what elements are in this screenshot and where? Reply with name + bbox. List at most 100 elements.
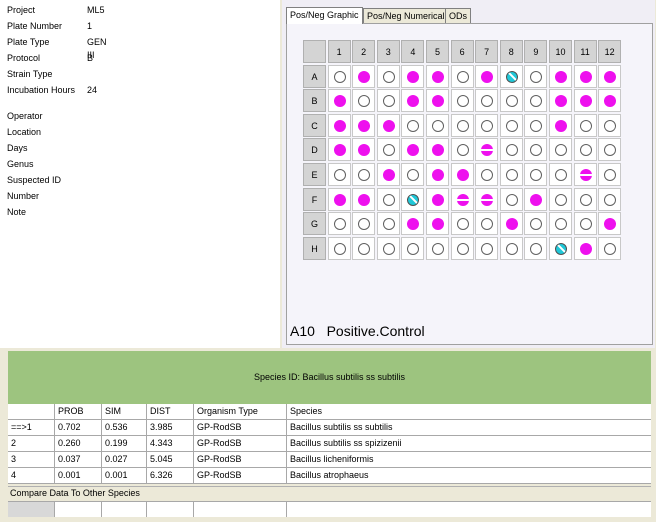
well-cell[interactable] bbox=[598, 113, 622, 137]
well-cell[interactable] bbox=[450, 212, 474, 236]
well-cell[interactable] bbox=[573, 138, 597, 162]
well-cell[interactable] bbox=[499, 212, 523, 236]
well-cell[interactable] bbox=[426, 113, 449, 137]
well-cell[interactable] bbox=[352, 236, 376, 260]
well-cell[interactable] bbox=[327, 64, 351, 88]
well-cell[interactable] bbox=[549, 163, 572, 186]
well-cell[interactable] bbox=[426, 138, 449, 162]
well-cell[interactable] bbox=[401, 138, 425, 162]
well-cell[interactable] bbox=[598, 187, 622, 211]
well-cell[interactable] bbox=[450, 138, 474, 162]
well-cell[interactable] bbox=[598, 138, 622, 162]
well-cell[interactable] bbox=[376, 187, 400, 211]
well-cell[interactable] bbox=[573, 187, 597, 211]
well-cell[interactable] bbox=[352, 138, 376, 162]
well-cell[interactable] bbox=[598, 236, 622, 260]
tab-ods[interactable]: ODs bbox=[445, 8, 471, 23]
well-cell[interactable] bbox=[376, 236, 400, 260]
well-cell[interactable] bbox=[352, 187, 376, 211]
well-cell[interactable] bbox=[549, 138, 572, 162]
well-cell[interactable] bbox=[450, 64, 474, 88]
well-cell[interactable] bbox=[401, 64, 425, 88]
well-cell[interactable] bbox=[573, 64, 597, 88]
compare-table-row[interactable] bbox=[8, 501, 651, 517]
well-cell[interactable] bbox=[401, 212, 425, 236]
table-row[interactable]: 2 0.260 0.199 4.343 GP-RodSB Bacillus subtili… bbox=[8, 436, 651, 452]
well-cell[interactable] bbox=[598, 89, 622, 113]
well-cell[interactable] bbox=[450, 163, 474, 186]
well-cell[interactable] bbox=[401, 187, 425, 211]
well-cell[interactable] bbox=[549, 113, 572, 137]
well-cell[interactable] bbox=[376, 64, 400, 88]
well-cell[interactable] bbox=[598, 64, 622, 88]
well-cell[interactable] bbox=[426, 236, 449, 260]
well-cell[interactable] bbox=[327, 113, 351, 137]
well-cell[interactable] bbox=[573, 212, 597, 236]
well-cell[interactable] bbox=[352, 212, 376, 236]
well-cell[interactable] bbox=[327, 236, 351, 260]
well-cell[interactable] bbox=[327, 163, 351, 186]
well-cell[interactable] bbox=[475, 113, 499, 137]
well-cell[interactable] bbox=[352, 163, 376, 186]
well-cell[interactable] bbox=[352, 89, 376, 113]
well-cell[interactable] bbox=[598, 212, 622, 236]
well-cell[interactable] bbox=[499, 113, 523, 137]
well-cell[interactable] bbox=[327, 138, 351, 162]
well-cell[interactable] bbox=[401, 89, 425, 113]
well-cell[interactable] bbox=[524, 163, 548, 186]
well-cell[interactable] bbox=[598, 163, 622, 186]
well-cell[interactable] bbox=[475, 187, 499, 211]
well-cell[interactable] bbox=[549, 64, 572, 88]
well-cell[interactable] bbox=[450, 113, 474, 137]
well-cell[interactable] bbox=[376, 163, 400, 186]
well-cell[interactable] bbox=[573, 236, 597, 260]
well-cell[interactable] bbox=[524, 113, 548, 137]
well-cell[interactable] bbox=[499, 138, 523, 162]
table-row[interactable]: 3 0.037 0.027 5.045 GP-RodSB Bacillus licheni… bbox=[8, 452, 651, 468]
well-cell[interactable] bbox=[475, 64, 499, 88]
well-cell[interactable] bbox=[426, 212, 449, 236]
well-cell[interactable] bbox=[426, 89, 449, 113]
well-cell[interactable] bbox=[475, 236, 499, 260]
well-cell[interactable] bbox=[475, 212, 499, 236]
tab-pos-neg-numerical[interactable]: Pos/Neg Numerical bbox=[363, 8, 449, 23]
well-cell[interactable] bbox=[524, 64, 548, 88]
well-cell[interactable] bbox=[549, 212, 572, 236]
well-cell[interactable] bbox=[475, 138, 499, 162]
well-cell[interactable] bbox=[376, 138, 400, 162]
well-cell[interactable] bbox=[499, 187, 523, 211]
well-cell[interactable] bbox=[426, 187, 449, 211]
well-cell[interactable] bbox=[499, 64, 523, 88]
well-cell[interactable] bbox=[450, 236, 474, 260]
table-row[interactable]: 4 0.001 0.001 6.326 GP-RodSB Bacillus atropha… bbox=[8, 468, 651, 484]
well-cell[interactable] bbox=[426, 163, 449, 186]
well-cell[interactable] bbox=[524, 187, 548, 211]
well-cell[interactable] bbox=[475, 163, 499, 186]
well-cell[interactable] bbox=[450, 187, 474, 211]
well-cell[interactable] bbox=[524, 89, 548, 113]
well-cell[interactable] bbox=[352, 64, 376, 88]
well-cell[interactable] bbox=[499, 236, 523, 260]
well-cell[interactable] bbox=[573, 89, 597, 113]
well-cell[interactable] bbox=[401, 163, 425, 186]
well-cell[interactable] bbox=[475, 89, 499, 113]
well-cell[interactable] bbox=[524, 138, 548, 162]
well-cell[interactable] bbox=[549, 187, 572, 211]
well-cell[interactable] bbox=[327, 89, 351, 113]
well-cell[interactable] bbox=[401, 113, 425, 137]
well-cell[interactable] bbox=[573, 163, 597, 186]
well-cell[interactable] bbox=[499, 89, 523, 113]
well-cell[interactable] bbox=[327, 187, 351, 211]
well-cell[interactable] bbox=[327, 212, 351, 236]
well-cell[interactable] bbox=[352, 113, 376, 137]
well-cell[interactable] bbox=[549, 236, 572, 260]
well-cell[interactable] bbox=[450, 89, 474, 113]
well-cell[interactable] bbox=[549, 89, 572, 113]
well-cell[interactable] bbox=[524, 212, 548, 236]
well-cell[interactable] bbox=[426, 64, 449, 88]
well-cell[interactable] bbox=[573, 113, 597, 137]
well-cell[interactable] bbox=[376, 113, 400, 137]
well-cell[interactable] bbox=[499, 163, 523, 186]
table-row[interactable]: ==>1 0.702 0.536 3.985 GP-RodSB Bacillus subt… bbox=[8, 420, 651, 436]
well-cell[interactable] bbox=[376, 89, 400, 113]
